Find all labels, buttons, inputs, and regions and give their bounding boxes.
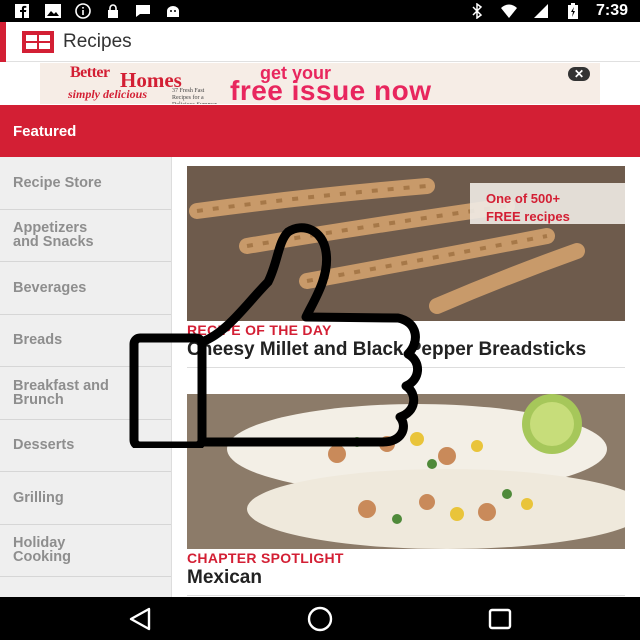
sidebar-item-breakfast[interactable]: Breakfast and Brunch [0,367,171,420]
free-recipes-badge: One of 500+ FREE recipes [470,183,625,224]
facebook-icon [15,4,29,19]
signal-icon [533,4,548,18]
info-icon [75,3,91,19]
sidebar-item-appetizers[interactable]: Appetizers and Snacks [0,210,171,262]
category-sidebar: Recipe Store Appetizers and Snacks Bever… [0,157,172,597]
featured-content: One of 500+ FREE recipes RECIPE OF THE D… [172,157,640,597]
chapter-spotlight-card[interactable]: CHAPTER SPOTLIGHT Mexican [187,394,625,596]
lock-icon [108,4,118,18]
sidebar-item-breads[interactable]: Breads [0,315,171,367]
featured-label: Featured [13,123,77,140]
card-divider [187,595,625,596]
ad-banner[interactable]: Better Homes simply delicious 37 Fresh F… [40,63,600,104]
chapter-title: Mexican [187,567,262,588]
recipe-of-the-day-label: RECIPE OF THE DAY [187,322,332,338]
recipe-title: Cheesy Millet and Black Pepper Breadstic… [187,339,587,360]
tacos-image [187,394,625,549]
app-title: Recipes [63,31,132,52]
recipe-of-the-day-card[interactable]: One of 500+ FREE recipes RECIPE OF THE D… [187,166,625,368]
ad-headline-big: free issue now [230,75,432,104]
card-divider [187,367,625,368]
status-time: 7:39 [595,2,628,19]
featured-header[interactable]: Featured [0,105,640,157]
ad-brand-logo: Better Homes simply delicious 37 Fresh F… [68,64,217,104]
breadsticks-image: One of 500+ FREE recipes [187,166,625,321]
home-icon[interactable] [305,605,335,633]
ad-close-icon[interactable]: ✕ [568,67,590,81]
bluetooth-icon [472,3,483,19]
drawer-edge-indicator[interactable] [0,22,6,62]
recents-icon[interactable] [485,605,515,633]
tacos-illustration [187,394,625,549]
sms-icon [136,5,150,17]
sidebar-item-holiday[interactable]: Holiday Cooking [0,525,171,577]
back-icon[interactable] [125,605,155,633]
app-bar: Recipes [0,22,640,62]
sidebar-item-grilling[interactable]: Grilling [0,472,171,525]
sidebar-item-beverages[interactable]: Beverages [0,262,171,315]
sidebar-item-desserts[interactable]: Desserts [0,420,171,472]
sidebar-item-recipe-store[interactable]: Recipe Store [0,157,171,210]
status-bar: 7:39 [0,0,640,22]
app-logo-icon[interactable] [22,31,54,53]
battery-icon [567,3,578,19]
photos-icon [45,4,61,18]
wifi-icon [500,4,517,18]
system-nav-bar [0,597,640,640]
chapter-spotlight-label: CHAPTER SPOTLIGHT [187,550,344,566]
android-icon [167,6,179,17]
